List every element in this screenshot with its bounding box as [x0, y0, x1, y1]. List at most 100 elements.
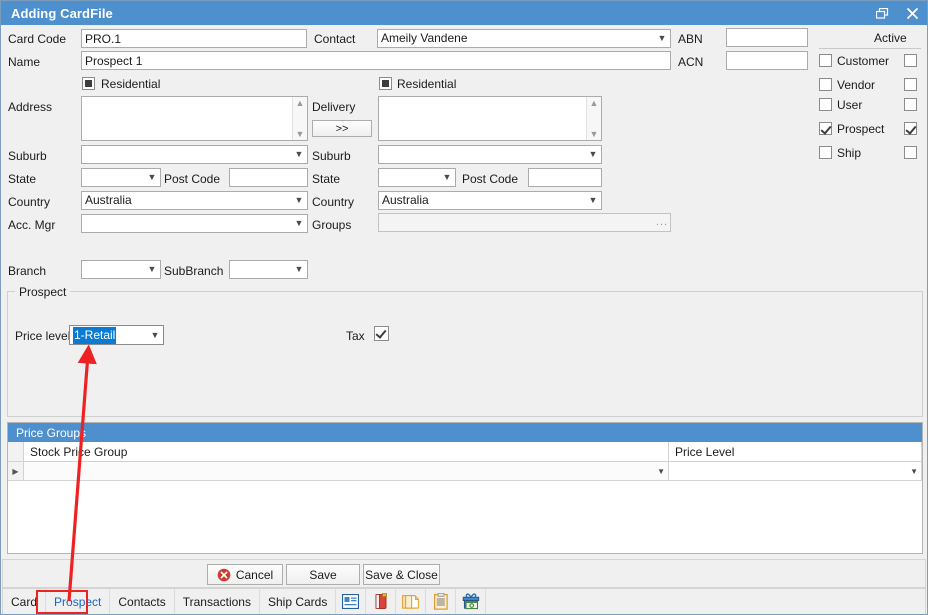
groups-label: Groups — [312, 218, 351, 232]
header-indicator-cell — [8, 442, 24, 461]
country-value-address: Australia — [85, 192, 291, 209]
country-combo-address[interactable]: Australia ▼ — [81, 191, 308, 210]
type-checkbox-prospect[interactable] — [819, 122, 832, 135]
chevron-down-icon: ▼ — [147, 327, 163, 344]
tab-contacts[interactable]: Contacts — [110, 589, 174, 614]
postcode-input-delivery[interactable] — [528, 168, 602, 187]
contact-value: Ameily Vandene — [381, 30, 654, 47]
tab-transactions[interactable]: Transactions — [175, 589, 260, 614]
contact-card-icon[interactable] — [336, 589, 366, 614]
active-divider — [819, 48, 921, 49]
suburb-label-delivery: Suburb — [312, 149, 351, 163]
residential-checkbox-delivery[interactable] — [379, 77, 392, 90]
active-column-label: Active — [874, 31, 907, 45]
branch-combo[interactable]: ▼ — [81, 260, 161, 279]
save-and-close-button[interactable]: Save & Close — [363, 564, 440, 585]
active-checkbox-customer[interactable] — [904, 54, 917, 67]
postcode-input-address[interactable] — [229, 168, 308, 187]
active-checkbox-vendor[interactable] — [904, 78, 917, 91]
chevron-down-icon[interactable]: ▼ — [657, 467, 665, 476]
window-title: Adding CardFile — [11, 6, 113, 21]
clipboard-icon[interactable] — [426, 589, 456, 614]
action-bar — [2, 559, 926, 588]
save-and-close-button-label: Save & Close — [365, 568, 438, 582]
row-indicator: ▶ — [8, 462, 24, 480]
abn-input[interactable] — [726, 28, 808, 47]
column-header-stock-price-group[interactable]: Stock Price Group — [24, 442, 669, 461]
tab-prospect[interactable]: Prospect — [46, 589, 110, 614]
name-input[interactable] — [81, 51, 671, 70]
state-combo-address[interactable]: ▼ — [81, 168, 161, 187]
country-combo-delivery[interactable]: Australia ▼ — [378, 191, 602, 210]
tab-card[interactable]: Card — [3, 589, 46, 614]
country-label-address: Country — [8, 195, 50, 209]
suburb-combo-delivery[interactable]: ▼ — [378, 145, 602, 164]
card-code-input[interactable] — [81, 29, 307, 48]
delivery-memo-scrollbar[interactable]: ▲ ▼ — [586, 97, 601, 140]
money-gift-icon[interactable] — [456, 589, 486, 614]
branch-label: Branch — [8, 264, 46, 278]
copy-pages-icon[interactable] — [396, 589, 426, 614]
delivery-memo[interactable]: ▲ ▼ — [378, 96, 602, 141]
save-button-label: Save — [309, 568, 336, 582]
active-checkbox-ship[interactable] — [904, 146, 917, 159]
acc-mgr-label: Acc. Mgr — [8, 218, 55, 232]
address-memo[interactable]: ▲ ▼ — [81, 96, 308, 141]
address-memo-text[interactable] — [82, 97, 292, 140]
residential-checkbox-address[interactable] — [82, 77, 95, 90]
cancel-button-label: Cancel — [236, 568, 273, 582]
chevron-down-icon[interactable]: ▼ — [910, 467, 918, 476]
money-gift-glyph — [462, 593, 480, 610]
type-checkbox-customer[interactable] — [819, 54, 832, 67]
adding-cardfile-window: Adding CardFile Card Code Name Contact A… — [0, 0, 928, 615]
price-level-combo[interactable]: 1-Retail ▼ — [69, 325, 164, 345]
acn-input[interactable] — [726, 51, 808, 70]
type-label-user: User — [837, 98, 862, 112]
address-label: Address — [8, 100, 52, 114]
active-checkbox-user[interactable] — [904, 98, 917, 111]
copy-address-button[interactable]: >> — [312, 120, 372, 137]
cancel-button[interactable]: Cancel — [207, 564, 283, 585]
cell-price-level[interactable]: ▼ — [669, 462, 922, 480]
acc-mgr-combo[interactable]: ▼ — [81, 214, 308, 233]
close-icon[interactable] — [897, 1, 927, 25]
contact-combo[interactable]: Ameily Vandene ▼ — [377, 29, 671, 48]
type-label-prospect: Prospect — [837, 122, 884, 136]
table-row[interactable]: ▶ ▼ ▼ — [8, 462, 922, 481]
clipboard-glyph — [434, 593, 448, 610]
column-header-price-level[interactable]: Price Level — [669, 442, 922, 461]
type-checkbox-vendor[interactable] — [819, 78, 832, 91]
rolodex-icon[interactable] — [366, 589, 396, 614]
price-level-label: Price level — [15, 329, 70, 343]
tax-checkbox[interactable] — [374, 326, 389, 341]
state-combo-delivery[interactable]: ▼ — [378, 168, 456, 187]
restore-window-icon[interactable] — [867, 1, 897, 25]
tax-label: Tax — [346, 329, 365, 343]
delivery-memo-text[interactable] — [379, 97, 586, 140]
cancel-circle-icon — [217, 568, 231, 582]
tab-ship-cards[interactable]: Ship Cards — [260, 589, 336, 614]
subbranch-label: SubBranch — [164, 264, 223, 278]
type-checkbox-ship[interactable] — [819, 146, 832, 159]
chevron-down-icon: ▼ — [291, 192, 307, 209]
delivery-label: Delivery — [312, 100, 355, 114]
prospect-groupbox — [7, 291, 923, 417]
active-checkbox-prospect[interactable] — [904, 122, 917, 135]
chevron-up-icon: ▲ — [590, 98, 599, 108]
rolodex-glyph — [373, 593, 389, 610]
address-memo-scrollbar[interactable]: ▲ ▼ — [292, 97, 307, 140]
groups-field[interactable]: ... — [378, 213, 671, 232]
prospect-groupbox-title: Prospect — [15, 285, 70, 299]
postcode-label-address: Post Code — [164, 172, 220, 186]
residential-label-delivery: Residential — [397, 77, 456, 91]
ellipsis-icon[interactable]: ... — [654, 214, 670, 231]
chevron-down-icon: ▼ — [585, 146, 601, 163]
suburb-combo-address[interactable]: ▼ — [81, 145, 308, 164]
cell-stock-price-group[interactable]: ▼ — [24, 462, 669, 480]
copy-pages-glyph — [402, 594, 419, 610]
title-bar: Adding CardFile — [1, 1, 927, 25]
save-button[interactable]: Save — [286, 564, 360, 585]
type-checkbox-user[interactable] — [819, 98, 832, 111]
card-code-label: Card Code — [8, 32, 66, 46]
subbranch-combo[interactable]: ▼ — [229, 260, 308, 279]
